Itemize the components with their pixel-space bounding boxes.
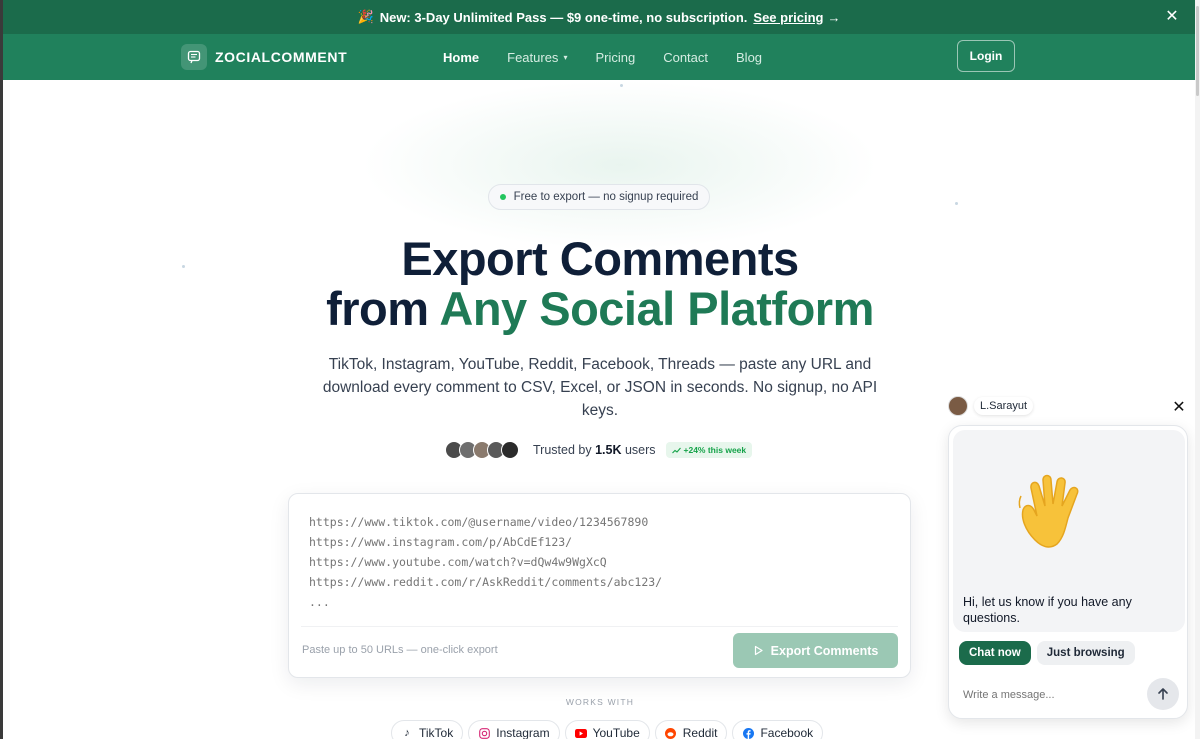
nav-link-contact[interactable]: Contact	[663, 50, 708, 65]
hero-title: Export Comments from Any Social Platform	[200, 234, 1000, 334]
platform-instagram[interactable]: Instagram	[468, 720, 560, 739]
party-popper-icon: 🎉	[357, 9, 374, 24]
login-button[interactable]: Login	[957, 40, 1015, 72]
facebook-icon	[742, 727, 754, 739]
platform-label: YouTube	[592, 726, 640, 739]
just-browsing-button[interactable]: Just browsing	[1036, 641, 1135, 665]
trust-prefix: Trusted by	[533, 443, 596, 457]
nav-link-blog[interactable]: Blog	[736, 50, 762, 65]
hero-subtitle: TikTok, Instagram, YouTube, Reddit, Face…	[322, 356, 878, 419]
announcement-text: New: 3-Day Unlimited Pass — $9 one-time,…	[379, 9, 748, 25]
nav-link-home[interactable]: Home	[443, 50, 479, 65]
comment-icon	[181, 44, 207, 70]
scrollbar-thumb[interactable]	[1196, 6, 1199, 96]
chat-actions: Chat now Just browsing	[959, 641, 1135, 665]
decorative-dot	[620, 84, 623, 87]
platform-label: TikTok	[419, 726, 454, 739]
chat-agent-name: L.Sarayut	[974, 397, 1034, 415]
trust-text: Trusted by 1.5K users	[533, 443, 656, 457]
brand-logo[interactable]: ZOCIALCOMMENT	[181, 44, 347, 70]
hero-title-line1: Export Comments	[401, 232, 799, 285]
close-chat-icon[interactable]: ✕	[1170, 399, 1188, 417]
trust-suffix: users	[621, 443, 656, 457]
avatar	[948, 396, 968, 416]
nav-links: Home Features ▾ Pricing Contact Blog	[443, 34, 790, 80]
close-announcement-icon[interactable]: ✕	[1163, 8, 1181, 26]
url-input-card: Paste up to 50 URLs — one-click export E…	[288, 493, 911, 678]
nav-link-label: Features	[507, 49, 559, 65]
export-button-label: Export Comments	[770, 643, 879, 658]
instagram-icon	[478, 727, 490, 739]
growth-badge: +24% this week	[665, 442, 753, 458]
hero-background-glow	[360, 80, 880, 250]
brand-name: ZOCIALCOMMENT	[215, 49, 348, 65]
chat-message-input[interactable]	[963, 686, 1133, 704]
badge-text: Free to export — no signup required	[513, 191, 699, 203]
see-pricing-link[interactable]: See pricing	[753, 10, 823, 25]
export-comments-button[interactable]: Export Comments	[733, 633, 898, 668]
growth-text: +24% this week	[683, 445, 747, 455]
platform-facebook[interactable]: Facebook	[732, 720, 824, 739]
chat-message-bubble: Hi, let us know if you have any question…	[953, 430, 1185, 632]
chat-agent-header: L.Sarayut	[948, 396, 1034, 416]
live-dot-icon	[499, 194, 506, 200]
avatar	[501, 441, 519, 459]
nav-link-pricing[interactable]: Pricing	[595, 50, 635, 65]
trust-row: Trusted by 1.5K users +24% this week	[445, 440, 753, 460]
chat-message-text: Hi, let us know if you have any question…	[963, 595, 1132, 625]
hero-title-line2: from Any Social Platform	[200, 284, 1000, 334]
hero-title-accent: Any Social Platform	[439, 282, 874, 335]
user-avatars	[445, 441, 519, 459]
hero-title-prefix: from	[326, 282, 440, 335]
platform-label: Reddit	[682, 726, 718, 739]
platform-label: Facebook	[760, 726, 814, 739]
page-scrollbar[interactable]	[1195, 0, 1200, 739]
decorative-dot	[182, 265, 185, 268]
works-with-label: WORKS WITH	[565, 697, 635, 707]
url-input[interactable]	[309, 512, 889, 616]
chevron-down-icon: ▾	[563, 52, 568, 62]
announcement-bar: 🎉 New: 3-Day Unlimited Pass — $9 one-tim…	[3, 0, 1195, 34]
trust-count: 1.5K	[595, 443, 622, 457]
send-message-button[interactable]	[1147, 678, 1179, 710]
url-hint: Paste up to 50 URLs — one-click export	[302, 644, 498, 656]
platform-tiktok[interactable]: ♪ TikTok	[391, 720, 464, 739]
nav-link-features[interactable]: Features ▾	[507, 50, 567, 65]
divider	[301, 626, 898, 627]
decorative-dot	[955, 202, 958, 205]
arrow-up-icon	[1158, 688, 1168, 700]
window-frame	[0, 0, 3, 739]
youtube-icon	[574, 727, 587, 739]
platform-list: ♪ TikTok Instagram YouTube Reddit Facebo…	[391, 720, 828, 739]
platform-reddit[interactable]: Reddit	[654, 720, 728, 739]
play-icon	[754, 645, 763, 656]
top-navigation: ZOCIALCOMMENT Home Features ▾ Pricing Co…	[3, 34, 1195, 80]
tiktok-icon: ♪	[404, 727, 410, 739]
trend-up-icon	[671, 447, 681, 453]
platform-label: Instagram	[496, 726, 550, 739]
chat-now-button[interactable]: Chat now	[959, 641, 1031, 665]
arrow-right-icon[interactable]: →	[827, 10, 840, 25]
platform-youtube[interactable]: YouTube	[564, 720, 650, 739]
reddit-icon	[665, 727, 677, 739]
chat-widget: Hi, let us know if you have any question…	[948, 425, 1188, 719]
free-export-badge: Free to export — no signup required	[488, 184, 710, 210]
waving-hand-icon	[1018, 474, 1079, 548]
